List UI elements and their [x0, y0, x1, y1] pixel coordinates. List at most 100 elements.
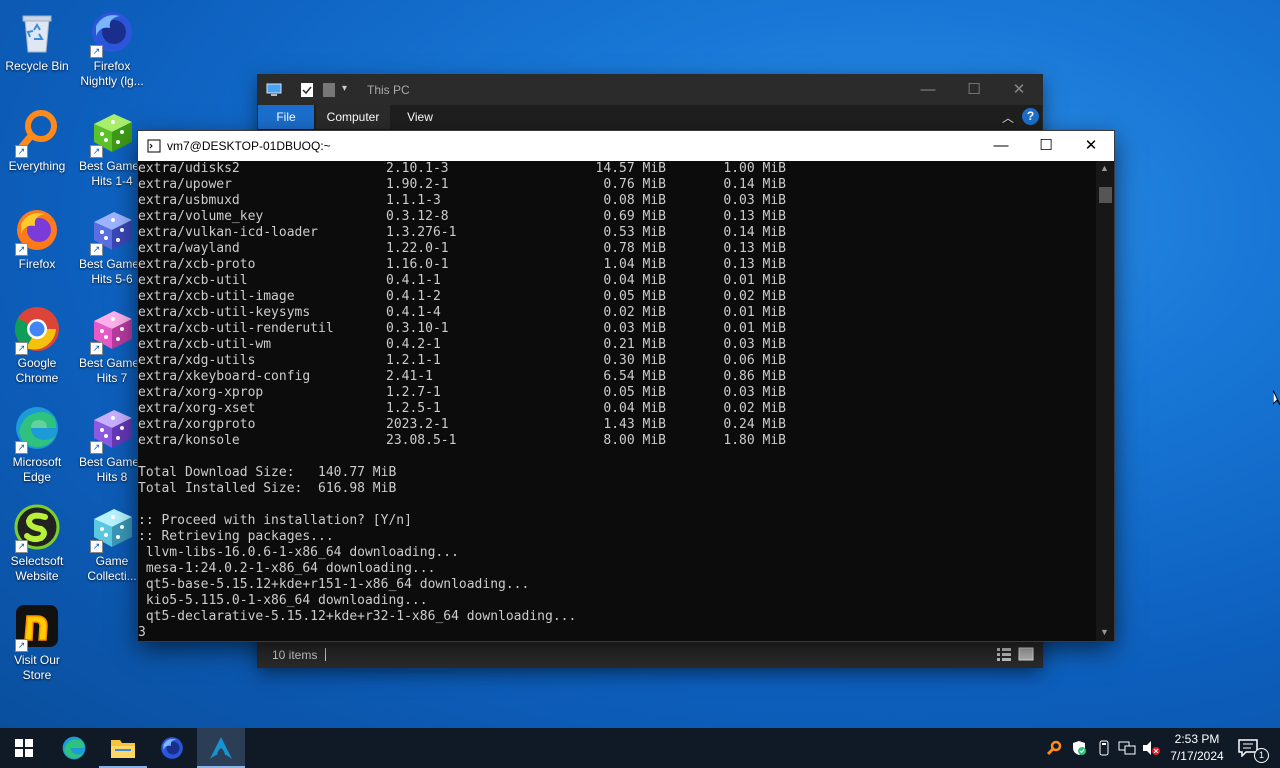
green-dice-icon: ↗ — [88, 108, 136, 158]
ribbon-tab-file[interactable]: File — [258, 105, 314, 129]
package-row: extra/xcb-util-wm 0.4.2-1 0.21 MiB 0.03 MiB — [138, 337, 1096, 353]
scrollbar-thumb[interactable] — [1099, 187, 1112, 203]
package-version: 1.2.1-1 — [386, 353, 441, 368]
terminal-title-bar[interactable]: vm7@DESKTOP-01DBUOQ:~ — ☐ ✕ — [138, 131, 1114, 161]
explorer-close-button[interactable]: ✕ — [996, 75, 1042, 105]
ribbon-collapse-icon[interactable]: ︿ — [1002, 109, 1014, 126]
desktop-icon-recycle-bin[interactable]: Recycle Bin — [0, 8, 74, 74]
package-name: extra/xkeyboard-config — [138, 369, 311, 384]
total-installed-size: Total Installed Size: 616.98 MiB — [138, 481, 397, 496]
desktop-icon-firefox[interactable]: ↗ Firefox — [0, 206, 74, 272]
package-name: extra/xcb-util-keysyms — [138, 305, 311, 320]
package-net-size: 1.80 MiB — [723, 433, 786, 448]
taskbar-file-explorer-button[interactable] — [99, 728, 147, 768]
tray-network-icon[interactable] — [1116, 728, 1138, 768]
clock-date: 7/17/2024 — [1170, 749, 1224, 763]
tray-volume-muted-icon[interactable] — [1140, 728, 1162, 768]
taskbar-arch-terminal-button[interactable] — [197, 728, 245, 768]
desktop-icon-firefox-nightly[interactable]: ↗ Firefox Nightly (lg... — [75, 8, 149, 89]
large-icons-view-icon[interactable] — [1018, 646, 1034, 665]
package-version: 1.2.7-1 — [386, 385, 441, 400]
this-pc-icon — [266, 82, 282, 101]
package-row: extra/xkeyboard-config 2.41-1 6.54 MiB 0.86… — [138, 369, 1096, 385]
ribbon-tab-view[interactable]: View — [394, 105, 446, 129]
quick-access-new-folder-icon[interactable] — [322, 82, 336, 101]
system-clock[interactable]: 2:53 PM 7/17/2024 — [1164, 731, 1230, 767]
terminal-output[interactable]: extra/udisks2 2.10.1-3 14.57 MiB 1.00 MiB ex… — [138, 161, 1096, 641]
package-net-size: 0.03 MiB — [723, 385, 786, 400]
package-row: extra/upower 1.90.2-1 0.76 MiB 0.14 MiB — [138, 177, 1096, 193]
package-name: extra/xorg-xset — [138, 401, 256, 416]
explorer-status-bar: 10 items — [258, 642, 1042, 667]
package-row: extra/konsole 23.08.5-1 8.00 MiB 1.80 MiB — [138, 433, 1096, 449]
explorer-maximize-button[interactable]: ☐ — [951, 75, 997, 105]
package-net-size: 0.02 MiB — [723, 289, 786, 304]
tray-everything-icon[interactable] — [1044, 728, 1064, 768]
package-version: 2.41-1 — [386, 369, 433, 384]
explorer-title-bar[interactable]: ▾ This PC — ☐ ✕ — [258, 75, 1042, 105]
ribbon-tab-computer[interactable]: Computer — [316, 105, 390, 129]
purple-dice-icon: ↗ — [88, 404, 136, 454]
quick-access-dropdown-icon[interactable]: ▾ — [342, 83, 347, 94]
mouse-cursor-icon — [1272, 389, 1280, 411]
explorer-minimize-button[interactable]: — — [905, 75, 951, 105]
store-icon: ↗ — [13, 602, 61, 652]
desktop-icon-microsoft-edge[interactable]: ↗ Microsoft Edge — [0, 404, 74, 485]
cyan-dice-icon: ↗ — [88, 503, 136, 553]
taskbar-firefox-nightly-button[interactable] — [148, 728, 196, 768]
blue-dice-icon: ↗ — [88, 206, 136, 256]
package-row: extra/usbmuxd 1.1.1-3 0.08 MiB 0.03 MiB — [138, 193, 1096, 209]
package-row: extra/xcb-util-image 0.4.1-2 0.05 MiB 0.02 … — [138, 289, 1096, 305]
quick-access-properties-icon[interactable] — [300, 82, 314, 101]
package-row: extra/wayland 1.22.0-1 0.78 MiB 0.13 MiB — [138, 241, 1096, 257]
package-version: 1.2.5-1 — [386, 401, 441, 416]
package-row: extra/xorg-xset 1.2.5-1 0.04 MiB 0.02 MiB — [138, 401, 1096, 417]
package-name: extra/xcb-proto — [138, 257, 256, 272]
package-version: 1.1.1-3 — [386, 193, 441, 208]
package-net-size: 0.03 MiB — [723, 193, 786, 208]
terminal-minimize-button[interactable]: — — [978, 131, 1024, 161]
package-version: 0.4.1-4 — [386, 305, 441, 320]
desktop-icon-google-chrome[interactable]: ↗ Google Chrome — [0, 305, 74, 386]
taskbar-edge-button[interactable] — [50, 728, 98, 768]
package-name: extra/wayland — [138, 241, 240, 256]
package-net-size: 0.14 MiB — [723, 177, 786, 192]
tray-usb-device-icon[interactable] — [1094, 728, 1114, 768]
terminal-maximize-button[interactable]: ☐ — [1023, 131, 1069, 161]
status-divider — [325, 648, 326, 661]
package-name: extra/vulkan-icd-loader — [138, 225, 319, 240]
package-version: 2.10.1-3 — [386, 161, 449, 176]
terminal-title: vm7@DESKTOP-01DBUOQ:~ — [167, 139, 331, 153]
terminal-window[interactable]: vm7@DESKTOP-01DBUOQ:~ — ☐ ✕ extra/udisks… — [138, 131, 1114, 641]
terminal-scrollbar[interactable]: ▲ ▼ — [1096, 161, 1114, 641]
desktop-icon-everything[interactable]: ↗ Everything — [0, 108, 74, 174]
package-version: 2023.2-1 — [386, 417, 449, 432]
desktop-icon-selectsoft-website[interactable]: ↗ Selectsoft Website — [0, 503, 74, 584]
explorer-title: This PC — [367, 83, 410, 97]
terminal-close-button[interactable]: ✕ — [1068, 131, 1114, 161]
package-version: 1.16.0-1 — [386, 257, 449, 272]
package-version: 0.4.1-1 — [386, 273, 441, 288]
help-icon[interactable]: ? — [1022, 108, 1039, 125]
package-net-size: 0.13 MiB — [723, 257, 786, 272]
taskbar: 2:53 PM 7/17/2024 1 — [0, 728, 1280, 768]
start-button[interactable] — [0, 728, 48, 768]
package-version: 23.08.5-1 — [386, 433, 457, 448]
desktop-icon-visit-our-store[interactable]: ↗ Visit Our Store — [0, 602, 74, 683]
edge-icon — [62, 736, 86, 760]
package-net-size: 0.06 MiB — [723, 353, 786, 368]
package-version: 1.90.2-1 — [386, 177, 449, 192]
pink-dice-icon: ↗ — [88, 305, 136, 355]
package-name: extra/xcb-util-image — [138, 289, 295, 304]
package-net-size: 0.03 MiB — [723, 337, 786, 352]
notification-badge: 1 — [1254, 748, 1269, 763]
selectsoft-icon: ↗ — [13, 503, 61, 553]
explorer-item-count: 10 items — [272, 648, 318, 662]
tray-security-shield-icon[interactable] — [1068, 728, 1090, 768]
scroll-down-icon[interactable]: ▼ — [1100, 627, 1109, 637]
scroll-up-icon[interactable]: ▲ — [1100, 163, 1109, 173]
package-net-size: 1.00 MiB — [723, 161, 786, 176]
details-view-icon[interactable] — [996, 647, 1012, 664]
download-line: kio5-5.115.0-1-x86_64 downloading... — [138, 593, 428, 608]
notification-center-button[interactable]: 1 — [1234, 728, 1274, 768]
